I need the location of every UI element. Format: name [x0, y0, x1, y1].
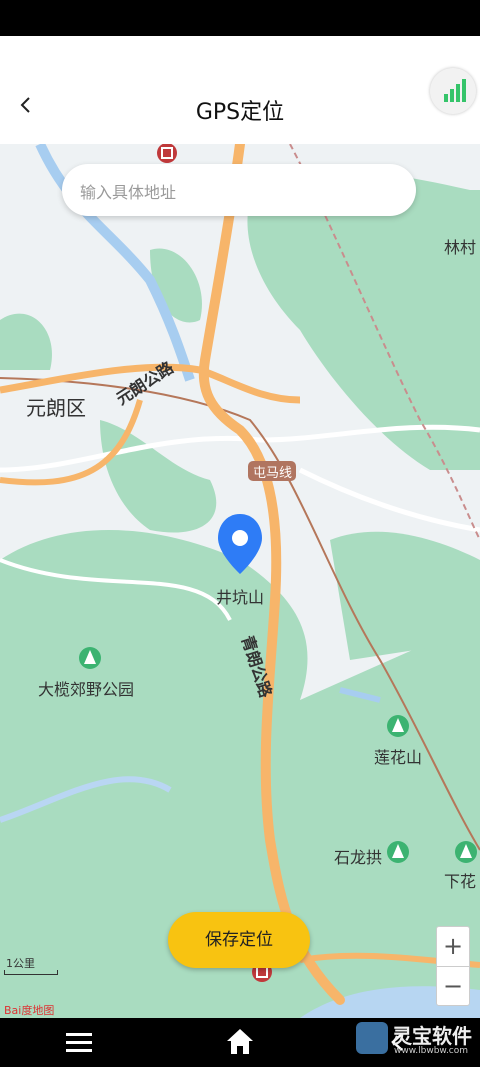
map-label-district: 元朗区	[26, 396, 86, 420]
home-icon	[227, 1029, 253, 1054]
map-label-place: 林村	[444, 238, 477, 257]
save-location-button[interactable]: 保存定位	[168, 912, 310, 968]
park-marker-icon	[79, 647, 101, 669]
status-bar	[0, 0, 480, 36]
scale-bar	[4, 970, 58, 975]
metro-station-icon	[157, 144, 177, 163]
watermark-logo-icon	[356, 1022, 388, 1054]
zoom-in-button[interactable]: +	[437, 927, 469, 967]
signal-bars-icon	[444, 79, 466, 102]
map-label-mountain: 井坑山	[216, 588, 265, 607]
search-bar[interactable]: 输入具体地址	[62, 164, 416, 216]
map-canvas	[0, 144, 480, 1018]
scale-label: 1公里	[6, 957, 35, 970]
zoom-control: + −	[436, 926, 470, 1006]
map-label-mountain: 莲花山	[374, 748, 423, 767]
home-button[interactable]	[224, 1026, 256, 1056]
watermark-name: 灵宝软件	[392, 1024, 472, 1048]
map-attribution: Bai度地图	[4, 1004, 55, 1017]
map-label-place: 石龙拱	[334, 848, 383, 867]
park-marker-icon	[387, 715, 409, 737]
menu-button[interactable]	[64, 1030, 94, 1054]
map-label-place: 下花	[444, 872, 477, 891]
watermark-url: www.lbwbw.com	[394, 1046, 469, 1056]
watermark: 灵宝软件 www.lbwbw.com	[356, 1020, 476, 1060]
park-marker-icon	[387, 841, 409, 863]
map-label-metro-line: 屯马线	[253, 466, 293, 481]
menu-icon	[66, 1033, 92, 1052]
zoom-out-button[interactable]: −	[437, 967, 469, 1006]
signal-button[interactable]	[430, 68, 476, 114]
top-bar: GPS定位	[0, 36, 480, 144]
search-input[interactable]: 输入具体地址	[80, 179, 176, 203]
park-marker-icon	[455, 841, 477, 863]
page-title: GPS定位	[195, 100, 285, 125]
map-label-park: 大榄郊野公园	[38, 680, 135, 699]
map-view[interactable]: 元朗区 元朗公路 屯马线 井坑山 青朗公路 大榄郊野公园 莲花山 石龙拱 下花 …	[0, 144, 480, 1018]
